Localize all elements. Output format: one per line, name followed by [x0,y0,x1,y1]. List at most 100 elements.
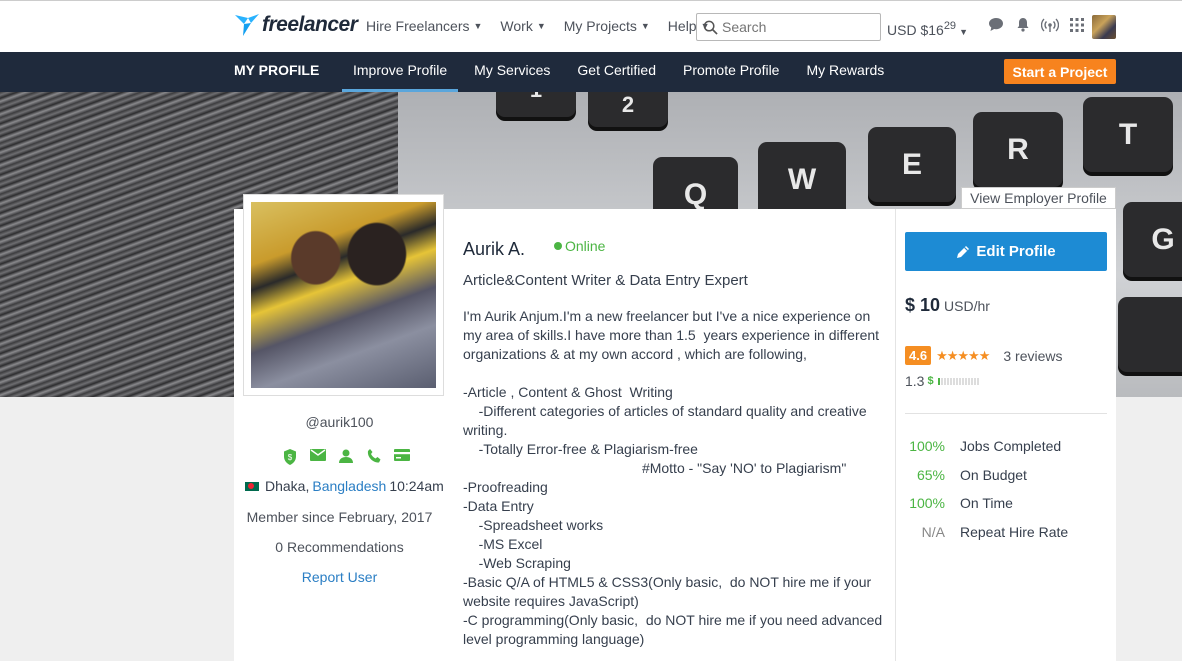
report-user-link[interactable]: Report User [234,569,445,585]
earnings-tick [937,377,940,385]
profile-photo-frame [243,194,444,396]
tab-promote-profile[interactable]: Promote Profile [672,52,790,92]
earnings-score: 1.3 $ [905,373,980,389]
start-project-button[interactable]: Start a Project [1004,59,1116,84]
stat-on-budget: 65% On Budget [905,467,1115,496]
earnings-level-bar [937,377,980,385]
nav-label: My Projects [563,18,637,34]
user-avatar[interactable] [1092,15,1116,39]
profile-nav: MY PROFILE Improve Profile My Services G… [0,52,1182,92]
tab-improve-profile[interactable]: Improve Profile [342,52,459,92]
rating-row: 4.6 ★★★★★ 3 reviews [905,346,1063,365]
earnings-tick [961,377,964,385]
search-icon [703,20,718,35]
keyboard-key: W [758,142,846,217]
keyboard-key: T [1083,97,1173,172]
pencil-icon [957,245,970,258]
freelancer-logo[interactable]: freelancer [234,13,358,37]
hourly-rate: $ 10 USD/hr [905,295,990,316]
bird-logo-icon [235,14,259,36]
reviews-count[interactable]: 3 reviews [1003,348,1062,364]
stat-repeat-hire-rate: N/A Repeat Hire Rate [905,524,1115,553]
chevron-down-icon: ▼ [640,21,650,31]
logo-wordmark: freelancer [262,13,358,36]
keyboard-key: 2 [588,92,668,127]
stat-label: On Budget [960,466,1027,483]
star-rating-icon: ★★★★★ [936,347,990,363]
balance-cents: 29 [943,20,957,32]
nav-work[interactable]: Work ▼ [500,18,545,34]
bangladesh-flag-icon [245,481,259,491]
keyboard-key: R [973,112,1063,187]
nav-label: Help [667,18,697,34]
earnings-tick [946,377,949,385]
profile-nav-title: MY PROFILE [234,62,320,78]
profile-tabs: Improve Profile My Services Get Certifie… [342,52,900,92]
local-time: 10:24am [389,478,444,494]
earnings-tick [940,377,943,385]
keyboard-key: E [868,127,956,202]
tab-get-certified[interactable]: Get Certified [566,52,667,92]
nav-hire-freelancers[interactable]: Hire Freelancers ▼ [366,18,482,34]
username: @aurik100 [305,414,374,430]
profile-bio: I'm Aurik Anjum.I'm a new freelancer but… [463,308,883,647]
chevron-down-icon: ▼ [536,21,546,31]
dollar-icon: $ [927,375,934,387]
rating-badge: 4.6 [905,346,932,365]
top-bar: freelancer Hire Freelancers ▼ Work ▼ My Pr… [0,0,1182,52]
stat-label: Jobs Completed [960,438,1062,454]
keyboard-key [1118,297,1182,372]
location-country-link[interactable]: Bangladesh [312,478,386,494]
stat-label: On Time [960,495,1013,511]
earnings-tick [955,377,958,385]
tab-my-services[interactable]: My Services [463,52,561,92]
edit-profile-label: Edit Profile [976,243,1056,260]
balance-amount: USD $16 [887,22,944,38]
svg-text:$: $ [288,453,293,462]
chevron-down-icon: ▼ [959,27,968,37]
divider [905,413,1107,414]
earnings-score-value: 1.3 [905,373,925,389]
keyboard-key: 1 [496,92,576,117]
nav-label: Hire Freelancers [366,18,470,34]
location-city: Dhaka, [265,478,310,494]
earnings-tick [967,377,970,385]
online-status: Online [554,238,605,254]
profile-stats-card [895,209,1116,661]
nav-my-projects[interactable]: My Projects ▼ [564,18,650,34]
search-input[interactable] [722,19,872,35]
edit-profile-button[interactable]: Edit Profile [905,232,1107,271]
shield-check-icon: $ [276,449,304,465]
verification-icons: $ [276,449,416,465]
earnings-tick [964,377,967,385]
stat-on-time: 100% On Time [905,495,1115,524]
view-employer-profile-button[interactable]: View Employer Profile [961,187,1116,209]
profile-name: Aurik A. [463,239,526,259]
search-box [696,13,881,41]
stat-value: 65% [916,466,945,483]
earnings-tick [976,377,979,385]
account-balance[interactable]: USD $1629 ▼ [887,20,968,38]
stat-value: 100% [909,438,945,454]
chat-icon[interactable] [982,17,1009,32]
user-icon [332,449,360,465]
online-dot-icon [554,242,562,250]
email-icon [304,449,332,465]
online-status-label: Online [565,238,606,254]
earnings-tick [973,377,976,385]
bell-icon[interactable] [1009,17,1036,32]
keyboard-key: G [1123,202,1182,277]
tab-my-rewards[interactable]: My Rewards [795,52,895,92]
stat-value: 100% [909,495,945,511]
profile-photo [251,202,436,388]
earnings-tick [958,377,961,385]
chevron-down-icon: ▼ [473,21,483,31]
earnings-tick [949,377,952,385]
signal-icon[interactable] [1036,18,1063,32]
member-since: Member since February, 2017 [246,509,433,525]
apps-grid-icon[interactable] [1063,17,1090,32]
earnings-tick [943,377,946,385]
location: Dhaka, Bangladesh 10:24am [245,478,444,494]
nav-label: Work [500,18,533,34]
profile-tagline: Article&Content Writer & Data Entry Expe… [463,272,748,289]
